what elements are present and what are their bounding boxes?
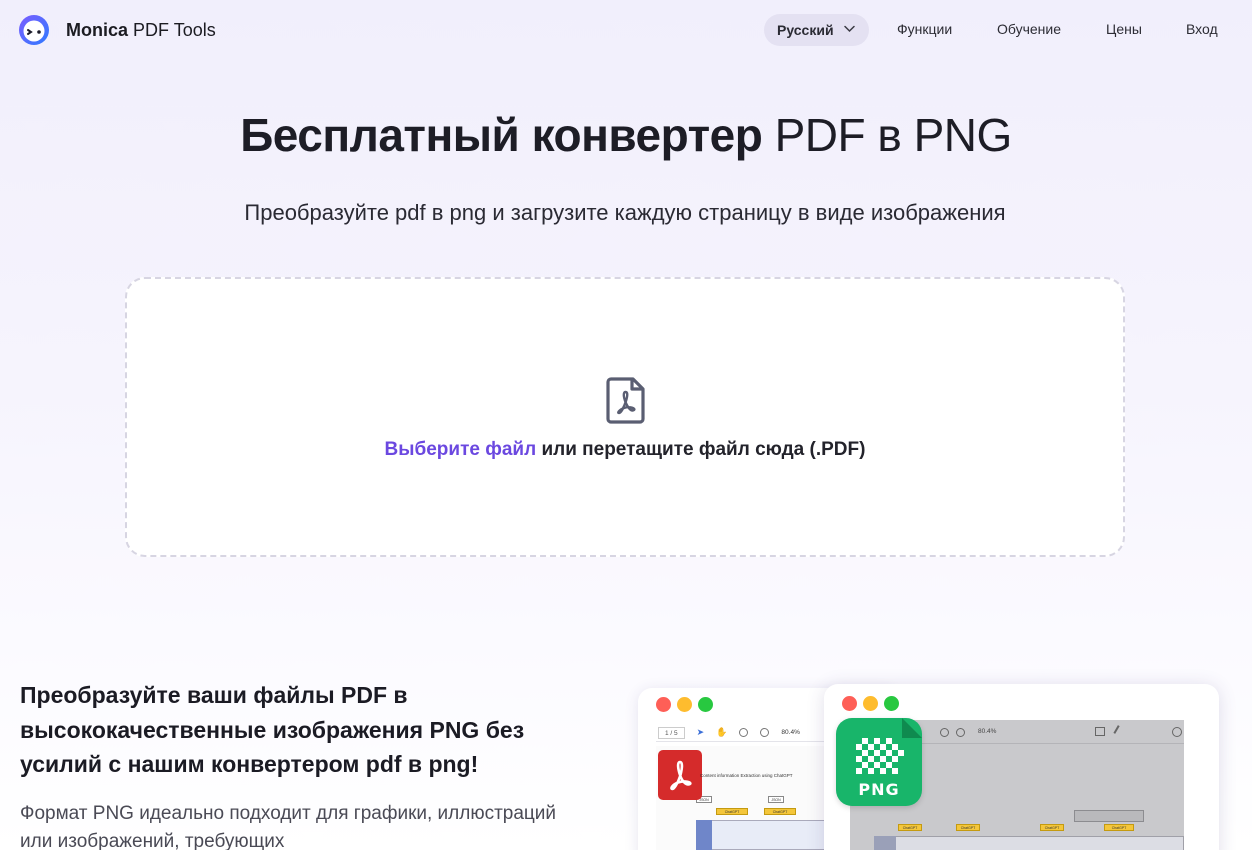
dropzone-label: Выберите файл или перетащите файл сюда (…: [127, 439, 1123, 461]
logo-brand: Monica: [66, 19, 129, 40]
pdf-file-icon: [606, 377, 645, 424]
png-badge-icon: PNG: [836, 718, 922, 806]
feature-title: Преобразуйте ваши файлы PDF в высококаче…: [20, 682, 525, 777]
monica-logo[interactable]: Monica PDF Tools: [18, 14, 216, 46]
doc-box: ChatGPT: [716, 808, 748, 815]
choose-file-link[interactable]: Выберите файл: [385, 439, 537, 460]
pdf-badge-icon: [658, 750, 702, 800]
file-dropzone[interactable]: Выберите файл или перетащите файл сюда (…: [125, 277, 1125, 557]
zoom-level: 80.4%: [781, 729, 800, 736]
zoom-out-icon: [940, 728, 949, 737]
png-zoom-level: 80.4%: [978, 728, 997, 735]
window-close-dot: [842, 696, 857, 711]
doc-tag: JSON: [768, 796, 784, 803]
nav-login[interactable]: Вход: [1186, 21, 1218, 37]
pen-icon: [1113, 725, 1127, 738]
feature-body: Формат PNG идеально подходит для графики…: [20, 803, 557, 850]
page-indicator: 1 / 5: [658, 726, 685, 739]
top-header: Monica PDF Tools Русский Функции Обучение…: [0, 0, 1252, 62]
png-box: ChatGPT: [1104, 824, 1134, 831]
cursor-icon: ➤: [696, 727, 705, 737]
monica-logo-icon: [19, 15, 49, 45]
logo-text: Monica PDF Tools: [66, 20, 216, 41]
refresh-icon: [1172, 727, 1182, 737]
doc-table-header: [696, 820, 712, 850]
page-title: Бесплатный конвертер PDF в PNG: [0, 108, 1252, 162]
comment-icon: [1095, 727, 1105, 736]
drop-hint: или перетащите файл сюда (.PDF): [541, 439, 866, 460]
nav-pricing[interactable]: Цены: [1106, 21, 1142, 37]
doc-box: ChatGPT: [764, 808, 796, 815]
window-minimize-dot: [863, 696, 878, 711]
zoom-in-icon: [956, 728, 965, 737]
png-table: [874, 836, 1184, 850]
page-subtitle: Преобразуйте pdf в png и загрузите кажду…: [244, 200, 1006, 225]
title-bold: Бесплатный конвертер: [240, 109, 763, 161]
png-note: [1074, 810, 1144, 822]
logo-sub: PDF Tools: [133, 19, 216, 40]
nav-tutorials[interactable]: Обучение: [997, 21, 1061, 37]
window-close-dot: [656, 697, 671, 712]
doc-heading: Content information Extraction using Cha…: [700, 773, 793, 778]
zoom-in-icon: [760, 728, 770, 737]
png-badge-label: PNG: [858, 780, 900, 799]
window-maximize-dot: [884, 696, 899, 711]
hand-icon: ✋: [716, 727, 728, 737]
png-box: ChatGPT: [1040, 824, 1064, 831]
title-light: PDF в PNG: [774, 109, 1013, 161]
png-table-header: [874, 836, 896, 850]
png-box: ChatGPT: [956, 824, 980, 831]
window-maximize-dot: [698, 697, 713, 712]
nav-features[interactable]: Функции: [897, 21, 952, 37]
window-minimize-dot: [677, 697, 692, 712]
chevron-down-icon: [844, 25, 855, 33]
zoom-out-icon: [739, 728, 749, 737]
language-selector[interactable]: Русский: [764, 14, 869, 46]
png-box: ChatGPT: [898, 824, 922, 831]
language-label: Русский: [777, 22, 834, 38]
